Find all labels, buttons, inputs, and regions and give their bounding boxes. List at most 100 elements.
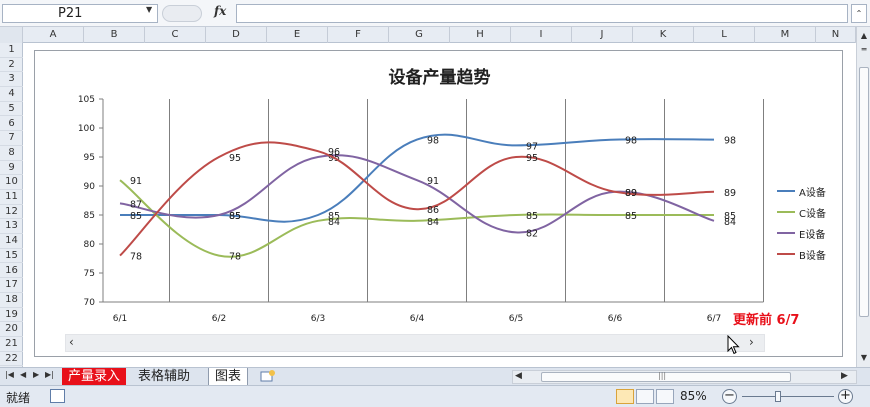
row-headers: 1 2 3 4 5 6 7 8 9 10 11 12 13 14 15 16 17 18 19 20 21 22 [0, 43, 23, 367]
row-header-4[interactable]: 4 [0, 87, 23, 102]
column-header-a[interactable]: A [23, 27, 84, 43]
x-tick-label: 6/5 [509, 314, 523, 324]
data-label: 85 [229, 211, 241, 222]
status-bar: 就绪 85% − + [0, 385, 870, 407]
column-header-b[interactable]: B [84, 27, 145, 43]
column-header-i[interactable]: I [511, 27, 572, 43]
column-header-m[interactable]: M [755, 27, 816, 43]
page-layout-view-button[interactable] [636, 389, 654, 404]
row-header-18[interactable]: 18 [0, 293, 23, 308]
y-tick-label: 75 [84, 269, 95, 279]
prev-sheet-icon[interactable]: ◀ [20, 370, 26, 379]
tab-table-helper[interactable]: 表格辅助 [132, 368, 197, 385]
row-header-6[interactable]: 6 [0, 117, 23, 132]
column-header-j[interactable]: J [572, 27, 633, 43]
data-label: 87 [130, 199, 142, 210]
plot-area: 105 100 95 90 85 80 75 70 6/1 6/2 6/3 6/4 6/5 6/6 6/7 8… [78, 95, 764, 324]
row-header-2[interactable]: 2 [0, 58, 23, 73]
row-header-15[interactable]: 15 [0, 249, 23, 264]
macro-record-icon[interactable] [50, 389, 65, 403]
next-sheet-icon[interactable]: ▶ [33, 370, 39, 379]
horizontal-scrollbar[interactable]: ◀ ||| ▶ [512, 370, 857, 384]
row-header-7[interactable]: 7 [0, 131, 23, 146]
x-tick-label: 6/2 [212, 314, 226, 324]
legend-label: B设备 [799, 251, 826, 262]
row-header-19[interactable]: 19 [0, 308, 23, 323]
column-header-l[interactable]: L [694, 27, 755, 43]
column-header-k[interactable]: K [633, 27, 694, 43]
tab-chart[interactable]: 图表 [208, 368, 249, 385]
row-header-5[interactable]: 5 [0, 102, 23, 117]
formula-buttons-pill[interactable] [162, 5, 202, 22]
update-note: 更新前 6/7 [733, 313, 800, 328]
row-header-10[interactable]: 10 [0, 175, 23, 190]
chart-scrollbar[interactable] [65, 334, 765, 352]
row-header-14[interactable]: 14 [0, 234, 23, 249]
column-header-g[interactable]: G [389, 27, 450, 43]
last-sheet-icon[interactable]: ▶| [45, 370, 54, 379]
vertical-scroll-thumb[interactable] [859, 67, 869, 317]
column-header-f[interactable]: F [328, 27, 389, 43]
column-header-d[interactable]: D [206, 27, 267, 43]
zoom-out-button[interactable]: − [722, 389, 737, 404]
row-header-8[interactable]: 8 [0, 146, 23, 161]
legend-label: A设备 [799, 188, 826, 199]
column-header-c[interactable]: C [145, 27, 206, 43]
zoom-slider[interactable] [742, 396, 834, 397]
x-tick-label: 6/3 [311, 314, 325, 324]
vertical-scrollbar[interactable]: ▲ ═ ▼ [856, 27, 870, 367]
insert-sheet-icon[interactable] [254, 369, 276, 386]
name-box[interactable]: P21 [2, 4, 158, 23]
row-header-16[interactable]: 16 [0, 264, 23, 279]
data-label: 91 [427, 176, 439, 187]
chart-object[interactable]: 设备产量趋势 105 100 95 90 85 80 75 70 6/1 6/2 6/3 6/4 6/5… [34, 50, 843, 357]
legend-swatch [777, 253, 795, 255]
row-header-22[interactable]: 22 [0, 352, 23, 367]
row-header-11[interactable]: 11 [0, 190, 23, 205]
row-header-12[interactable]: 12 [0, 205, 23, 220]
normal-view-button[interactable] [616, 389, 634, 404]
x-tick-label: 6/6 [608, 314, 623, 324]
scroll-left-icon[interactable]: ‹ [69, 335, 74, 349]
chevron-down-icon[interactable]: ▼ [146, 5, 152, 14]
x-tick-label: 6/7 [707, 314, 721, 324]
row-header-17[interactable]: 17 [0, 278, 23, 293]
column-header-e[interactable]: E [267, 27, 328, 43]
page-break-view-button[interactable] [656, 389, 674, 404]
row-header-3[interactable]: 3 [0, 72, 23, 88]
tab-production-input[interactable]: 产量录入 [62, 368, 127, 385]
scroll-up-icon[interactable]: ▲ [857, 29, 870, 43]
expand-formula-bar-button[interactable]: ⌃ [851, 4, 867, 23]
column-header-h[interactable]: H [450, 27, 511, 43]
row-header-20[interactable]: 20 [0, 322, 23, 337]
scroll-down-icon[interactable]: ▼ [857, 351, 870, 365]
row-header-9[interactable]: 9 [0, 161, 23, 176]
select-all-corner[interactable] [0, 27, 23, 43]
row-header-13[interactable]: 13 [0, 219, 23, 235]
row-header-21[interactable]: 21 [0, 337, 23, 352]
zoom-slider-thumb[interactable] [775, 391, 781, 402]
zoom-in-button[interactable]: + [838, 389, 853, 404]
scroll-right-icon[interactable]: ▶ [841, 371, 848, 381]
horizontal-scroll-thumb[interactable]: ||| [541, 371, 791, 382]
data-label: 98 [625, 136, 637, 147]
split-handle-icon[interactable]: ═ [857, 43, 870, 57]
data-label: 97 [526, 141, 538, 152]
formula-input[interactable] [236, 4, 848, 23]
legend-label: C设备 [799, 209, 826, 220]
legend-label: E设备 [799, 230, 826, 241]
first-sheet-icon[interactable]: |◀ [5, 370, 14, 379]
column-headers: ABCDEFGHIJKLMN [0, 27, 856, 43]
scroll-left-icon[interactable]: ◀ [515, 371, 522, 381]
data-label: 98 [724, 136, 736, 147]
data-label: 95 [526, 153, 538, 164]
data-label: 85 [625, 211, 637, 222]
x-tick-label: 6/1 [113, 314, 127, 324]
column-header-n[interactable]: N [816, 27, 856, 43]
insert-function-button[interactable]: fx [214, 4, 226, 18]
scroll-right-icon[interactable]: › [749, 335, 754, 349]
zoom-level[interactable]: 85% [680, 389, 707, 403]
row-header-1[interactable]: 1 [0, 43, 23, 58]
data-label: 91 [130, 176, 142, 187]
status-text: 就绪 [6, 391, 31, 405]
